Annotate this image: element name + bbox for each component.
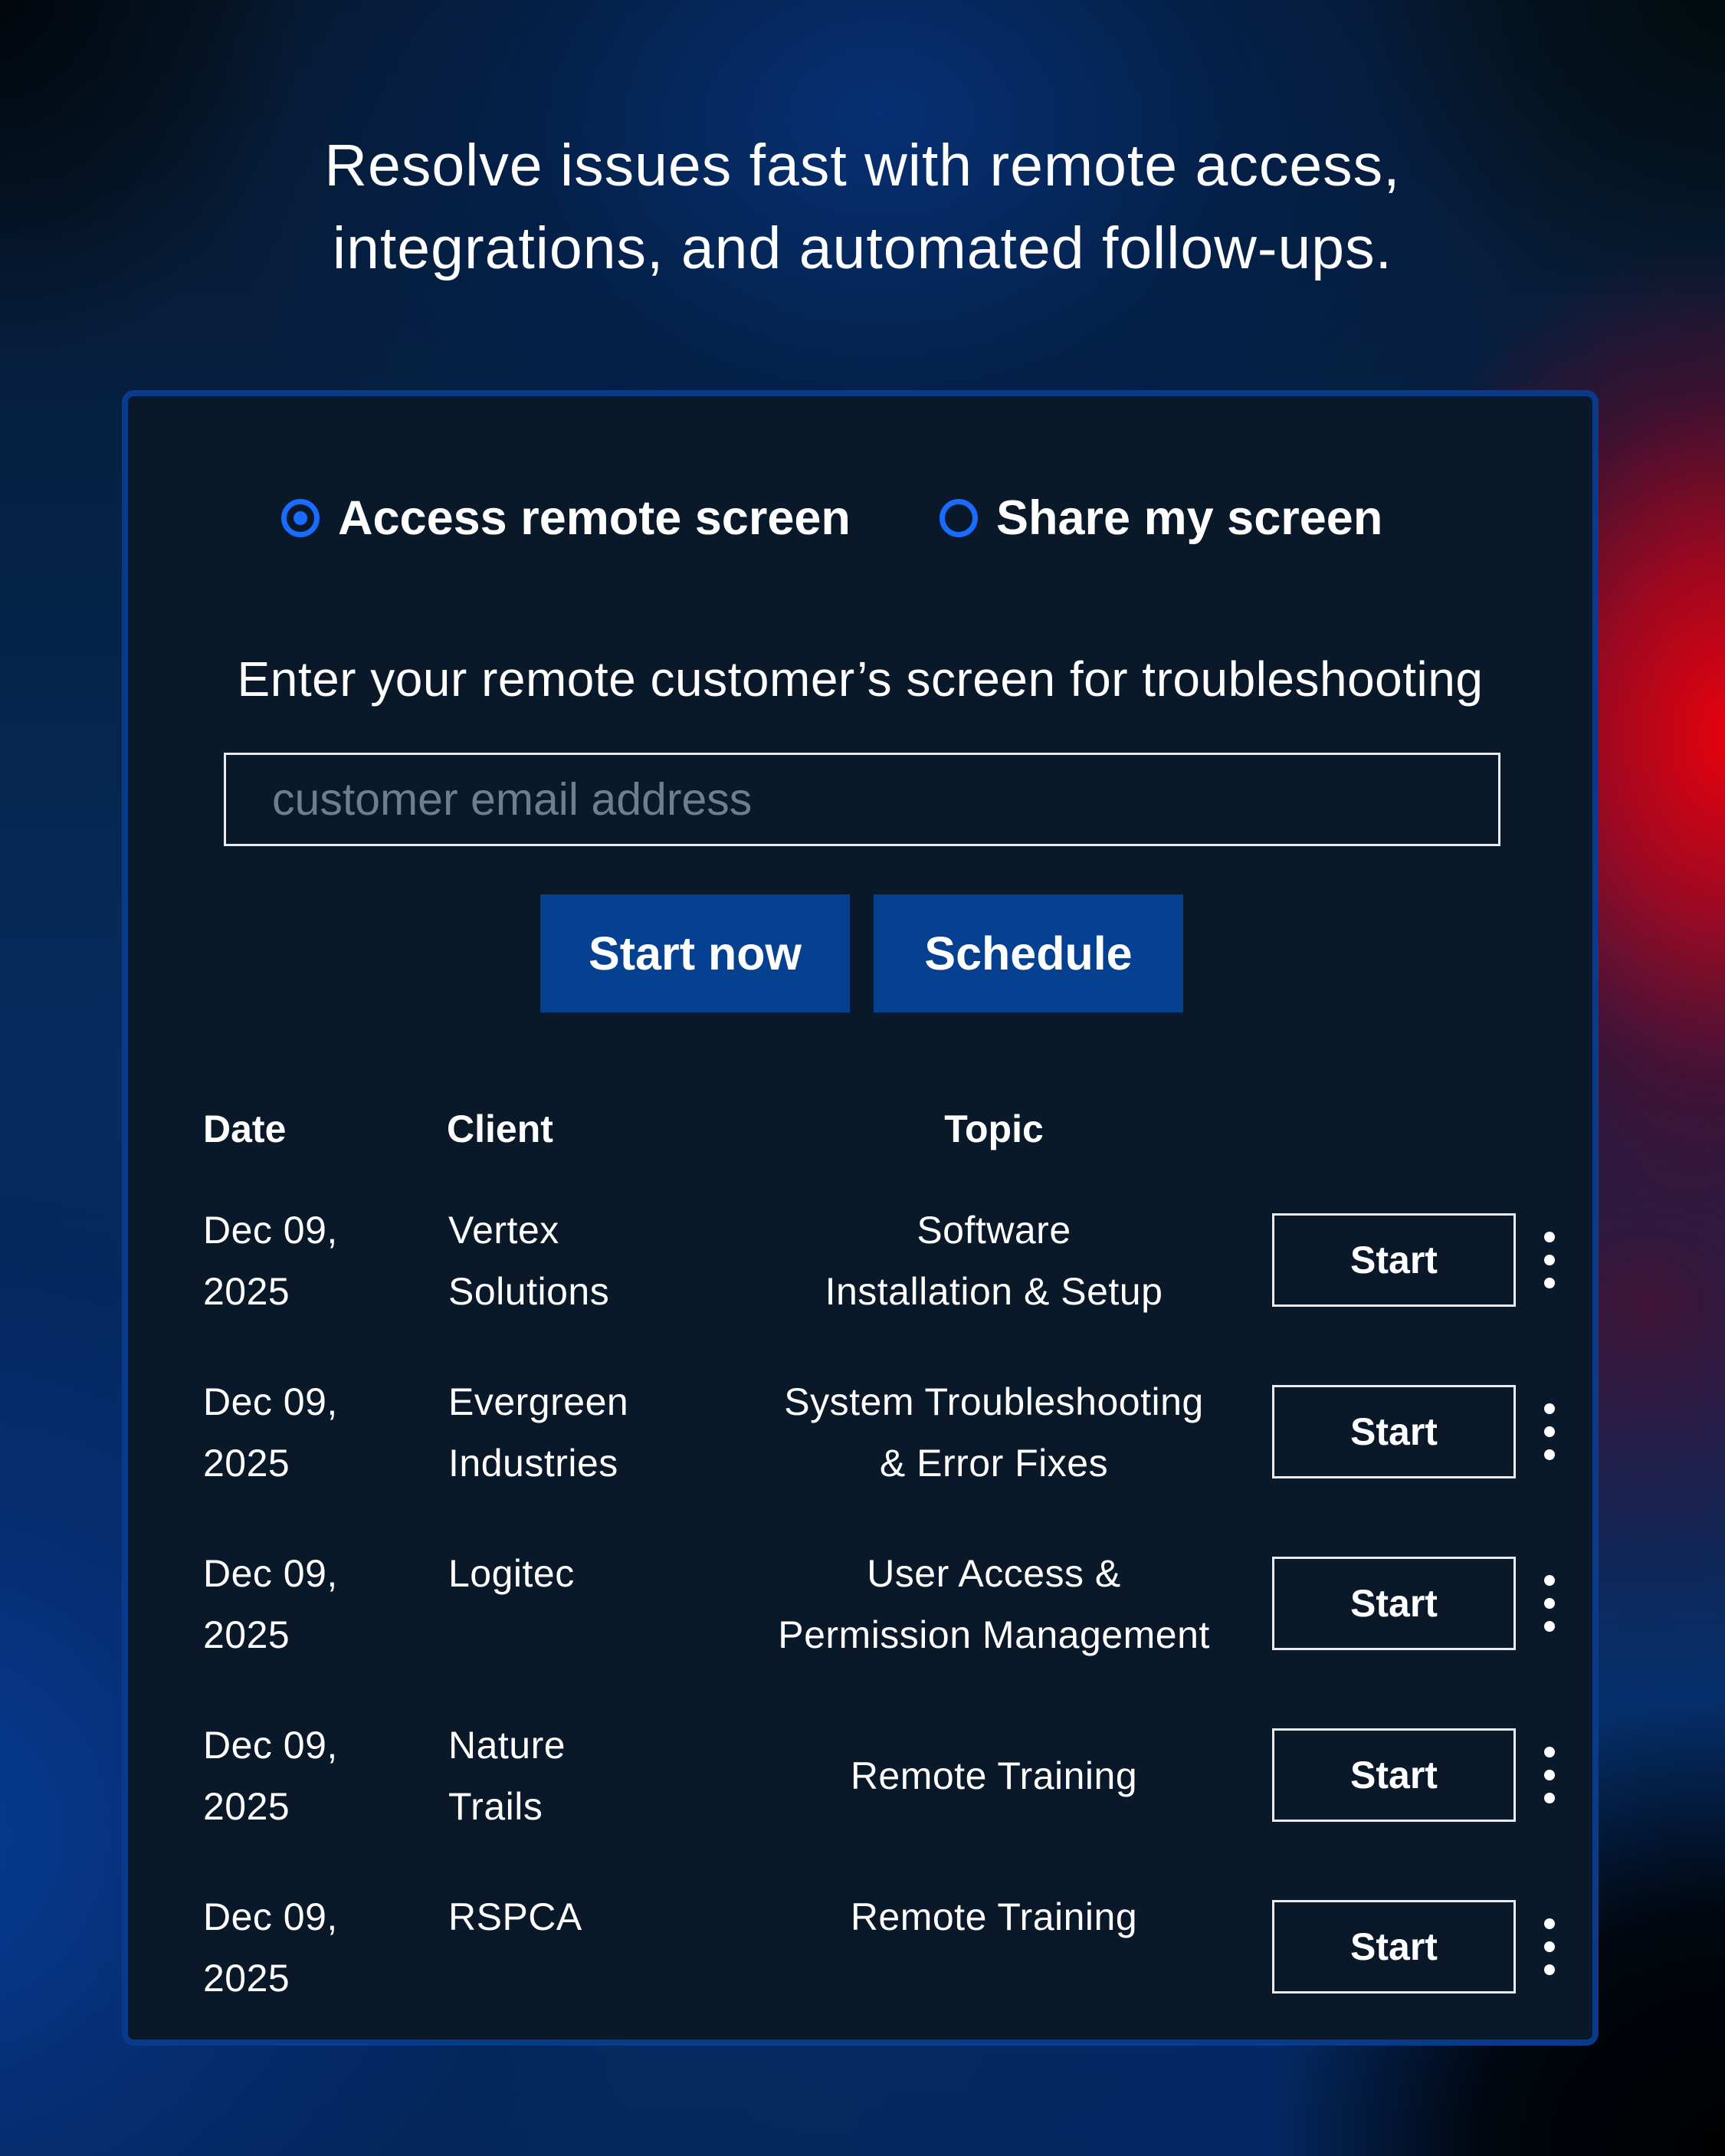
mode-radio-group: Access remote screen Share my screen: [128, 484, 1592, 553]
radio-unchecked-icon[interactable]: [940, 499, 978, 537]
row-client: Evergreen Industries: [448, 1371, 724, 1494]
topic-line: Permission Management: [778, 1613, 1210, 1656]
table-row: Dec 09, 2025 Vertex Solutions Software I…: [128, 1199, 1592, 1337]
start-session-button[interactable]: Start: [1272, 1557, 1516, 1650]
client-line: Trails: [448, 1785, 543, 1828]
row-date: Dec 09, 2025: [203, 1371, 387, 1494]
date-line: Dec 09,: [203, 1895, 338, 1938]
more-options-icon[interactable]: [1540, 1570, 1559, 1636]
client-line: Vertex: [448, 1209, 559, 1252]
radio-label: Access remote screen: [338, 491, 851, 545]
instruction-text: Enter your remote customer’s screen for …: [237, 651, 1484, 707]
date-line: 2025: [203, 1785, 290, 1828]
row-topic: Software Installation & Setup: [726, 1199, 1262, 1322]
date-line: Dec 09,: [203, 1380, 338, 1423]
radio-access-remote-screen[interactable]: Access remote screen: [281, 484, 851, 553]
start-session-button[interactable]: Start: [1272, 1728, 1516, 1822]
more-options-icon[interactable]: [1540, 1399, 1559, 1465]
table-row: Dec 09, 2025 Evergreen Industries System…: [128, 1371, 1592, 1509]
topic-line: Installation & Setup: [825, 1270, 1163, 1313]
date-line: Dec 09,: [203, 1724, 338, 1767]
row-client: Logitec: [448, 1543, 724, 1604]
topic-line: Software: [917, 1209, 1071, 1252]
table-row: Dec 09, 2025 Nature Trails Remote Traini…: [128, 1715, 1592, 1852]
topic-line: System Troubleshooting: [784, 1380, 1204, 1423]
date-line: 2025: [203, 1957, 290, 2000]
headline-line: Resolve issues fast with remote access,: [324, 133, 1401, 199]
row-client: Vertex Solutions: [448, 1199, 724, 1322]
topic-line: User Access &: [867, 1552, 1121, 1595]
customer-email-input[interactable]: [224, 753, 1500, 846]
date-line: Dec 09,: [203, 1209, 338, 1252]
row-topic: Remote Training: [726, 1715, 1262, 1837]
row-client: RSPCA: [448, 1886, 724, 1948]
remote-session-panel: Access remote screen Share my screen Ent…: [122, 390, 1599, 2046]
column-header-topic: Topic: [944, 1108, 1044, 1150]
radio-share-my-screen[interactable]: Share my screen: [940, 484, 1382, 553]
row-topic: Remote Training: [726, 1886, 1262, 2009]
date-line: Dec 09,: [203, 1552, 338, 1595]
client-line: Nature: [448, 1724, 566, 1767]
headline: Resolve issues fast with remote access, …: [0, 124, 1725, 290]
date-line: 2025: [203, 1442, 290, 1485]
schedule-button[interactable]: Schedule: [874, 894, 1183, 1012]
column-header-client: Client: [447, 1108, 553, 1150]
row-client: Nature Trails: [448, 1715, 724, 1837]
more-options-icon[interactable]: [1540, 1914, 1559, 1980]
more-options-icon[interactable]: [1540, 1742, 1559, 1808]
row-date: Dec 09, 2025: [203, 1886, 387, 2009]
start-session-button[interactable]: Start: [1272, 1213, 1516, 1307]
row-date: Dec 09, 2025: [203, 1715, 387, 1837]
start-session-button[interactable]: Start: [1272, 1900, 1516, 1994]
row-date: Dec 09, 2025: [203, 1199, 387, 1322]
date-line: 2025: [203, 1270, 290, 1313]
radio-label: Share my screen: [996, 491, 1383, 545]
headline-line: integrations, and automated follow-ups.: [332, 215, 1393, 281]
start-session-button[interactable]: Start: [1272, 1385, 1516, 1478]
more-options-icon[interactable]: [1540, 1227, 1559, 1293]
client-line: Evergreen: [448, 1380, 629, 1423]
row-topic: System Troubleshooting & Error Fixes: [726, 1371, 1262, 1494]
client-line: RSPCA: [448, 1895, 582, 1938]
client-line: Solutions: [448, 1270, 610, 1313]
client-line: Logitec: [448, 1552, 575, 1595]
row-topic: User Access & Permission Management: [726, 1543, 1262, 1665]
radio-checked-icon[interactable]: [281, 499, 320, 537]
date-line: 2025: [203, 1613, 290, 1656]
topic-line: Remote Training: [850, 1754, 1138, 1797]
row-date: Dec 09, 2025: [203, 1543, 387, 1665]
client-line: Industries: [448, 1442, 618, 1485]
topic-line: Remote Training: [850, 1895, 1138, 1938]
column-header-date: Date: [203, 1108, 287, 1150]
topic-line: & Error Fixes: [879, 1442, 1109, 1485]
table-row: Dec 09, 2025 Logitec User Access & Permi…: [128, 1543, 1592, 1681]
start-now-button[interactable]: Start now: [540, 894, 850, 1012]
table-row: Dec 09, 2025 RSPCA Remote Training Start: [128, 1886, 1592, 2024]
